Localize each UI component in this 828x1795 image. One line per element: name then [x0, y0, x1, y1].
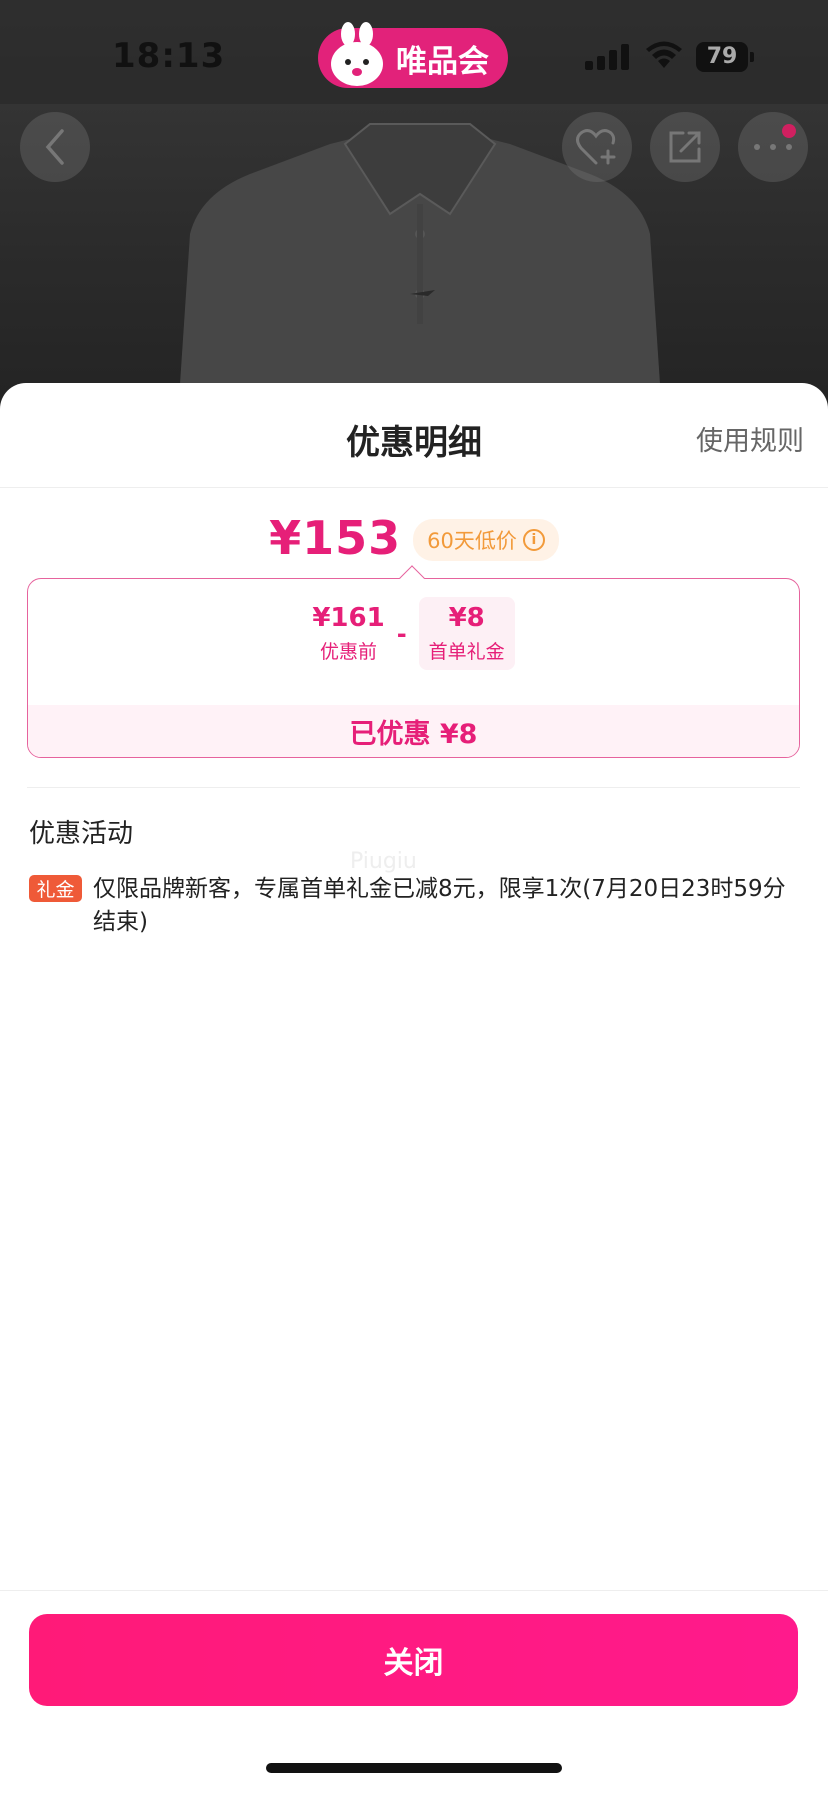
status-bar: 18:13 唯品会 79 — [0, 0, 828, 104]
price-calculation: ¥161 优惠前 - ¥8 首单礼金 — [28, 597, 799, 670]
more-icon — [754, 144, 792, 150]
watermark: Piugiu — [350, 849, 417, 874]
promotion-item: 礼金 仅限品牌新客，专属首单礼金已减8元，限享1次(7月20日23时59分结束) — [29, 873, 789, 939]
promotions-section-title: 优惠活动 — [29, 819, 134, 849]
price-breakdown-card: ¥161 优惠前 - ¥8 首单礼金 已优惠 ¥8 — [27, 578, 800, 758]
brand-logo: 唯品会 — [318, 22, 508, 88]
promotion-description: 仅限品牌新客，专属首单礼金已减8元，限享1次(7月20日23时59分结束) — [93, 876, 786, 935]
total-saved: 已优惠 ¥8 — [28, 705, 799, 757]
favorite-add-icon — [576, 129, 616, 165]
notification-dot — [782, 124, 796, 138]
brand-name: 唯品会 — [396, 43, 489, 80]
close-button[interactable]: 关闭 — [29, 1614, 798, 1706]
share-icon — [669, 131, 701, 163]
more-button[interactable] — [738, 112, 808, 182]
discount-details-sheet: 优惠明细 使用规则 ¥153 60天低价 i ¥161 优惠前 - ¥8 首单礼… — [0, 383, 828, 1795]
battery-indicator: 79 — [696, 42, 754, 72]
mascot-icon — [331, 22, 383, 86]
original-label: 优惠前 — [319, 641, 377, 663]
share-button[interactable] — [650, 112, 720, 182]
status-time: 18:13 — [112, 36, 226, 76]
back-icon — [45, 129, 64, 165]
final-price: ¥153 — [269, 511, 402, 565]
wifi-icon — [646, 41, 682, 68]
discount-amount: ¥8 — [448, 603, 485, 633]
discount-label: 首单礼金 — [428, 641, 505, 663]
add-to-favorites-button[interactable] — [562, 112, 632, 182]
home-indicator[interactable] — [266, 1763, 562, 1773]
usage-rules-link[interactable]: 使用规则 — [696, 419, 804, 458]
low-price-label: 60天低价 — [427, 529, 517, 553]
screen: 18:13 唯品会 79 优惠明细 使用规则 ¥153 60天低价 i ¥161… — [0, 0, 828, 1795]
price-summary: ¥153 60天低价 i — [0, 511, 828, 565]
divider — [0, 1590, 828, 1591]
back-button[interactable] — [20, 112, 90, 182]
original-amount: ¥161 — [312, 603, 385, 633]
original-price-item: ¥161 优惠前 — [312, 603, 384, 664]
cellular-signal-icon — [585, 44, 629, 70]
minus-sign: - — [396, 619, 407, 648]
info-icon: i — [522, 529, 545, 551]
divider — [0, 487, 828, 488]
low-price-tag[interactable]: 60天低价 i — [413, 519, 559, 561]
divider — [27, 787, 800, 788]
gift-money-badge: 礼金 — [29, 875, 82, 902]
discount-item: ¥8 首单礼金 — [418, 597, 515, 670]
